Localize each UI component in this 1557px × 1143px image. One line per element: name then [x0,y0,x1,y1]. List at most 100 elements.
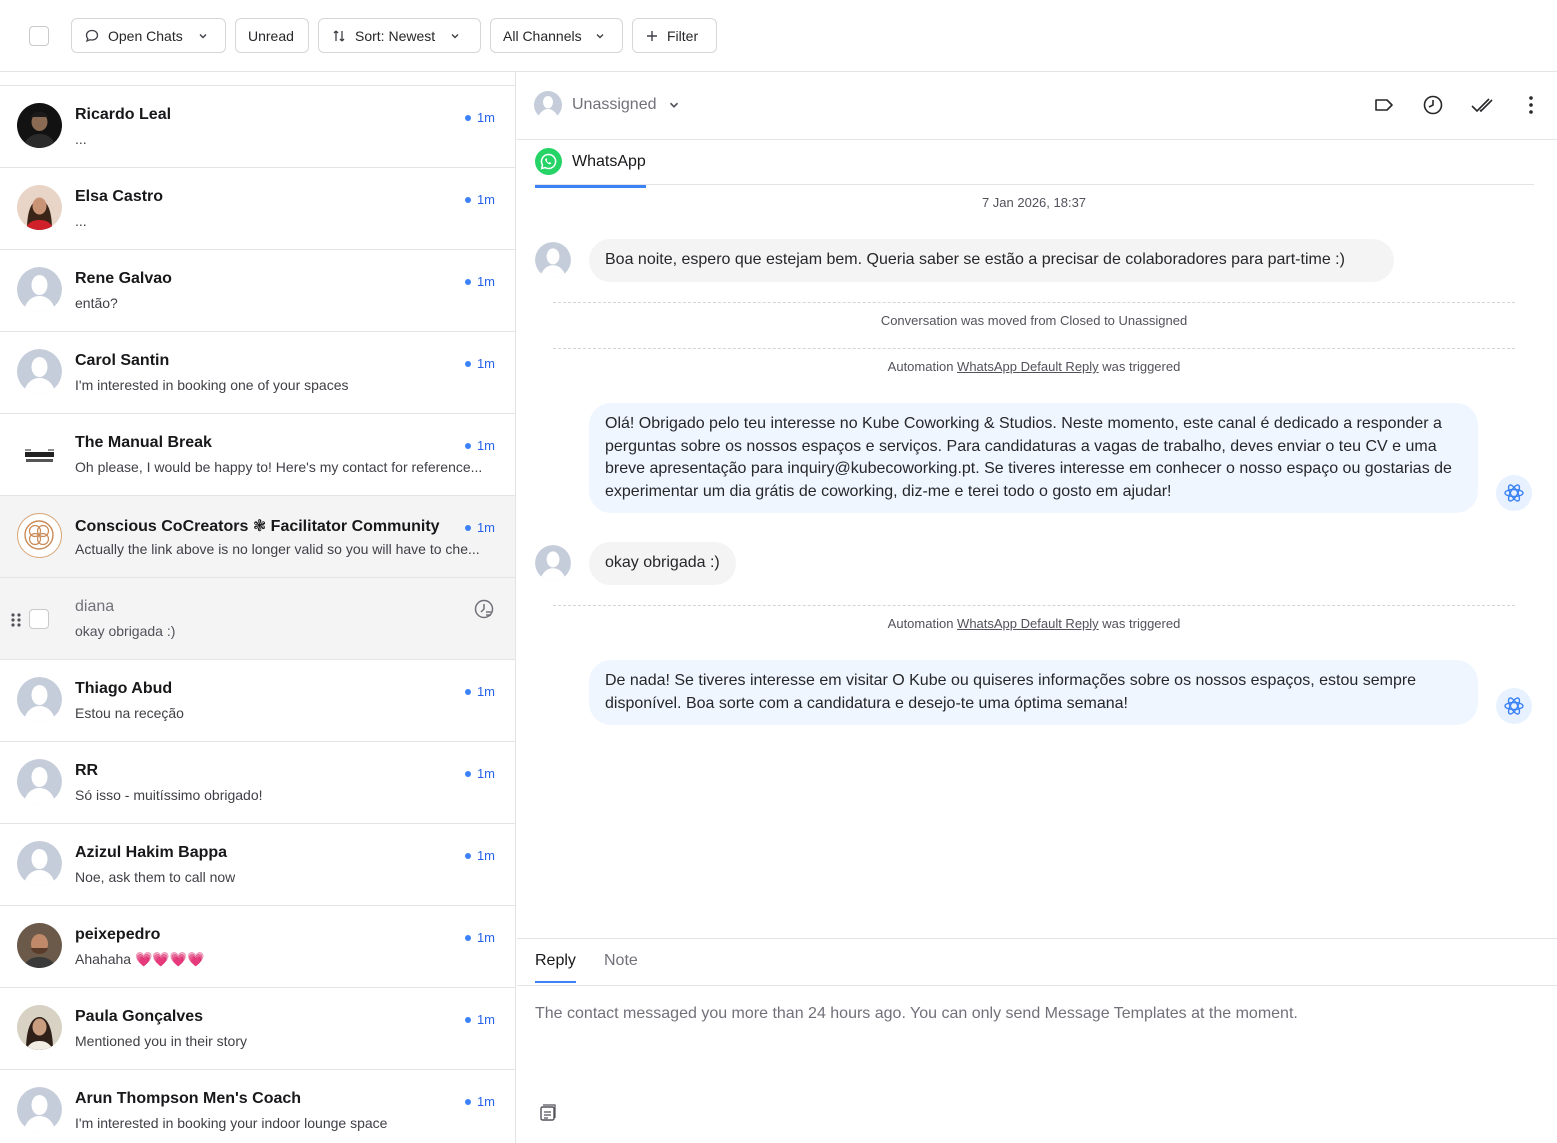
snooze-clock-icon[interactable] [1421,92,1445,118]
unread-time: 1m [464,520,495,535]
conversation-item[interactable]: Paula Gonçalves Mentioned you in their s… [0,988,515,1070]
assignee-dropdown[interactable]: Unassigned [534,91,681,119]
time-label: 1m [476,684,495,699]
automation-event: Automation WhatsApp Default Reply was tr… [517,616,1551,631]
conversation-item[interactable]: Ricardo Leal ... 1m [0,86,515,168]
ai-bot-icon [1496,688,1532,724]
conversation-item[interactable]: Rene Galvao então? 1m [0,250,515,332]
default-avatar-icon [17,267,62,312]
system-event: Conversation was moved from Closed to Un… [880,313,1188,328]
unread-dot [464,1098,471,1105]
conversation-item-selected[interactable]: Conscious CoCreators ❃ Facilitator Commu… [0,496,515,578]
unread-time: 1m [464,110,495,125]
unread-dot [464,934,471,941]
automation-link[interactable]: WhatsApp Default Reply [957,359,1099,374]
conversation-item[interactable]: RR Só isso - muitíssimo obrigado! 1m [0,742,515,824]
message-preview: Oh please, I would be happy to! Here's m… [75,459,483,475]
conversation-item[interactable]: Arun Thompson Men's Coach I'm interested… [0,1070,515,1143]
conversation-item-hovered[interactable]: diana okay obrigada :) [0,578,515,660]
conversation-item[interactable]: Thiago Abud Estou na receção 1m [0,660,515,742]
reply-composer: Reply Note The contact messaged you more… [517,938,1557,1143]
contact-name: Thiago Abud [75,680,173,697]
contact-name: Elsa Castro [75,188,164,205]
inbound-message: Boa noite, espero que estejam bem. Queri… [589,239,1394,282]
top-toolbar: Open Chats Unread Sort: Newest All Chann… [0,0,1557,72]
conversation-item[interactable]: Azizul Hakim Bappa Noe, ask them to call… [0,824,515,906]
channels-dropdown[interactable]: All Channels [490,18,623,53]
contact-name: RR [75,762,99,779]
conversation-item[interactable]: Elsa Castro ... 1m [0,168,515,250]
snooze-clock-icon[interactable] [473,598,495,625]
unread-dot [464,524,471,531]
open-chats-dropdown[interactable]: Open Chats [71,18,226,53]
automation-prefix: Automation [887,359,958,374]
avatar [17,103,62,148]
close-conversation-check-icon[interactable] [1470,92,1494,118]
sort-icon [333,30,345,41]
message-template-icon[interactable] [538,1103,558,1128]
contact-name: Azizul Hakim Bappa [75,844,228,861]
message-preview: ... [75,213,87,229]
unread-dot [464,852,471,859]
contact-name: Rene Galvao [75,270,172,287]
conversation-item[interactable]: The Manual Break Oh please, I would be h… [0,414,515,496]
row-checkbox[interactable] [29,609,49,629]
tab-note[interactable]: Note [604,952,638,981]
unread-time: 1m [464,356,495,371]
contact-avatar-icon [535,242,571,278]
default-avatar-icon [17,759,62,804]
time-label: 1m [476,438,495,453]
message-preview: I'm interested in booking one of your sp… [75,377,349,393]
contact-name: Carol Santin [75,352,170,369]
date-separator: 7 Jan 2026, 18:37 [981,195,1087,210]
unread-dot [464,114,471,121]
unread-dot [464,1016,471,1023]
message-preview: Ahahaha 💗💗💗💗 [75,951,205,967]
unread-time: 1m [464,684,495,699]
select-all-checkbox[interactable] [29,26,49,46]
plus-icon [647,30,657,41]
unread-time: 1m [464,848,495,863]
contact-name: Ricardo Leal [75,106,172,123]
unread-time: 1m [464,766,495,781]
sort-dropdown[interactable]: Sort: Newest [318,18,481,53]
time-label: 1m [476,1012,495,1027]
default-avatar-icon [17,349,62,394]
unread-filter-button[interactable]: Unread [235,18,309,53]
default-avatar-icon [17,1087,62,1132]
chevron-down-icon [451,33,459,38]
avatar [17,1005,62,1050]
contact-name: peixepedro [75,926,161,943]
default-avatar-icon [17,677,62,722]
automation-link[interactable]: WhatsApp Default Reply [957,616,1099,631]
message-preview: Só isso - muitíssimo obrigado! [75,787,263,803]
conversation-header: Unassigned [517,72,1557,140]
more-options-icon[interactable] [1519,92,1543,118]
sort-label: Sort: Newest [355,27,436,44]
unread-time: 1m [464,274,495,289]
channel-tab-whatsapp[interactable]: WhatsApp [535,148,646,188]
unread-dot [464,360,471,367]
chevron-down-icon [596,33,604,38]
assignee-label: Unassigned [572,96,657,113]
conversation-list: Ricardo Leal ... 1m Elsa Castro ... 1m R… [0,72,516,1143]
unread-time: 1m [464,1012,495,1027]
time-label: 1m [476,192,495,207]
message-preview: então? [75,295,118,311]
conversation-item[interactable]: peixepedro Ahahaha 💗💗💗💗 1m [0,906,515,988]
unread-time: 1m [464,438,495,453]
tag-icon[interactable] [1372,92,1396,118]
contact-avatar-icon [535,545,571,581]
tab-reply[interactable]: Reply [535,952,576,983]
contact-name: Conscious CoCreators ❃ Facilitator Commu… [75,518,440,535]
unread-dot [464,688,471,695]
filter-button[interactable]: Filter [632,18,717,53]
unread-time: 1m [464,930,495,945]
avatar [17,923,62,968]
channels-label: All Channels [503,27,582,44]
whatsapp-icon [535,148,562,175]
outbound-message: De nada! Se tiveres interesse em visitar… [589,660,1478,725]
conversation-item[interactable]: Carol Santin I'm interested in booking o… [0,332,515,414]
drag-handle-icon[interactable] [10,612,22,633]
conversation-pane: Unassigned WhatsApp 7 Jan 2026, 18:37 Bo… [517,72,1557,1143]
